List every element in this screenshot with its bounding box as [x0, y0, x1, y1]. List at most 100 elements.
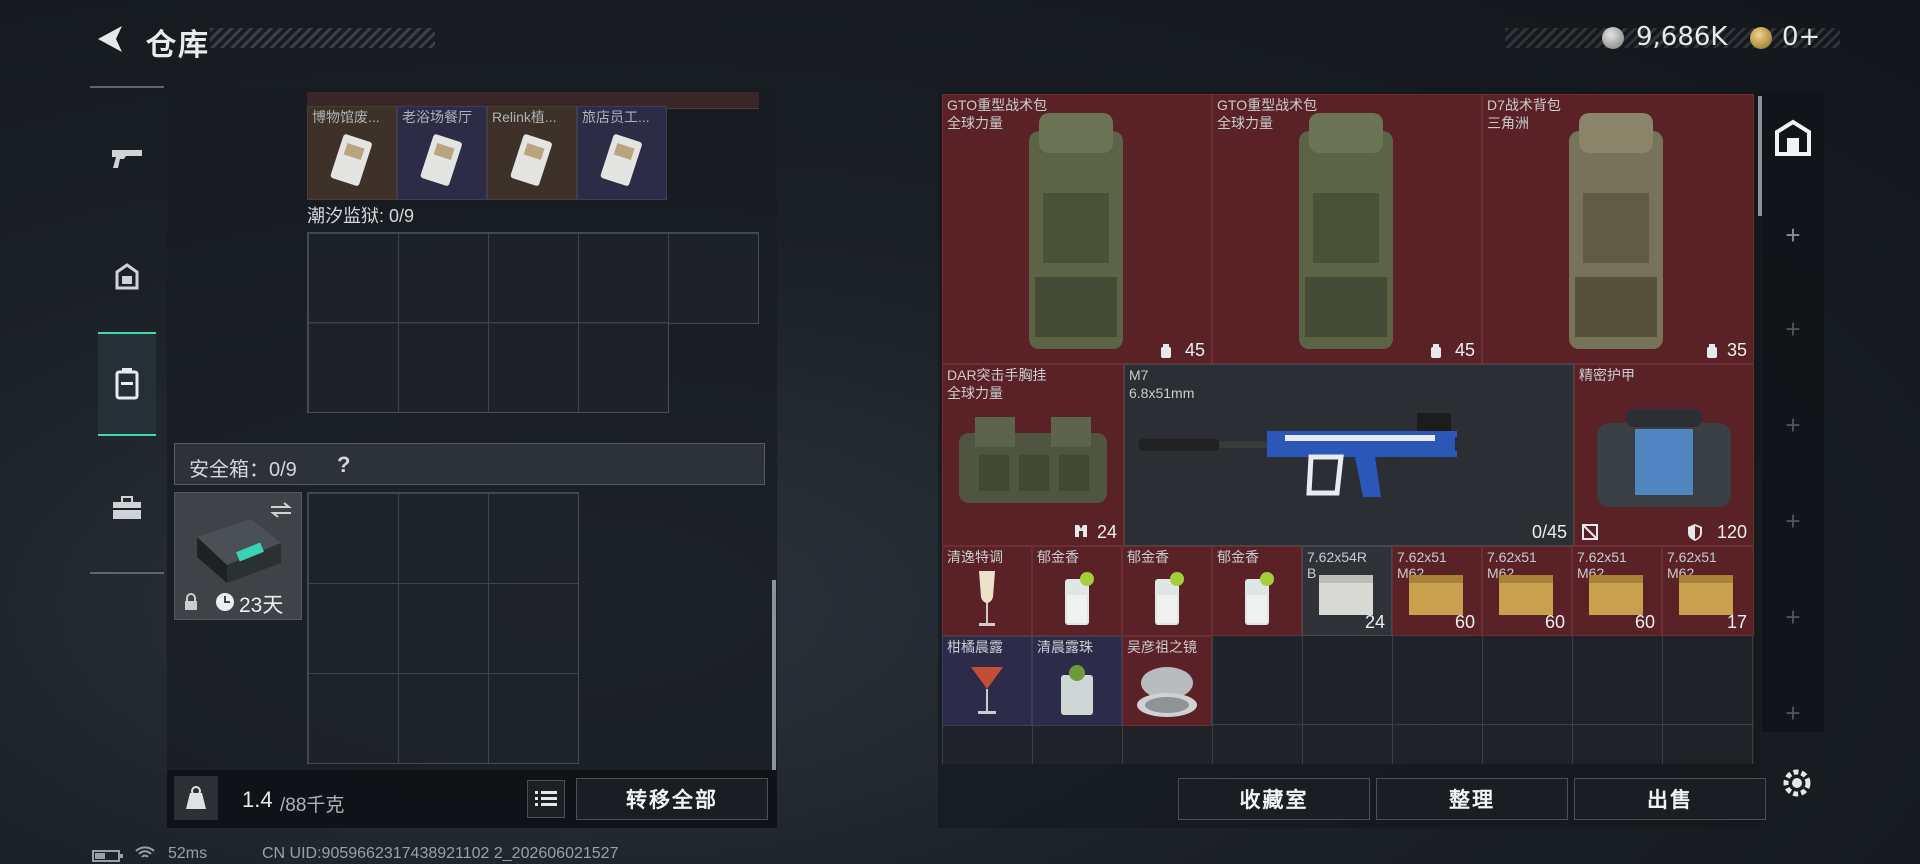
key-item[interactable]: 旅店员工...: [577, 106, 667, 200]
help-icon[interactable]: ?: [337, 452, 350, 478]
keycard-icon: [600, 134, 642, 186]
transfer-all-button[interactable]: 转移全部: [576, 778, 768, 820]
item-backpack[interactable]: GTO重型战术包 全球力量 45: [1212, 94, 1482, 364]
left-scrollbar[interactable]: [772, 580, 776, 770]
item-ammo[interactable]: 7.62x51 M62 60: [1392, 546, 1482, 636]
item-chest-rig[interactable]: DAR突击手胸挂 全球力量 24: [942, 364, 1124, 546]
capacity-icon: [1431, 344, 1441, 358]
item-name: Relink植...: [492, 109, 557, 125]
item-count: 60: [1454, 612, 1475, 632]
weight-icon: [186, 786, 206, 809]
item-name: 7.62x51: [1667, 549, 1717, 565]
item-name: 7.62x51: [1397, 549, 1447, 565]
item-name: D7战术背包: [1487, 97, 1561, 113]
item-count: 45: [1454, 340, 1475, 360]
ping: 52ms: [168, 845, 208, 862]
add-storage-tab[interactable]: +: [1762, 506, 1824, 537]
ammo-box-icon: [1319, 575, 1373, 615]
lock-icon: [185, 593, 197, 610]
page-title: 仓库: [146, 29, 210, 62]
settings-gear-icon[interactable]: [1780, 766, 1814, 800]
weight-max: /88千克: [280, 795, 345, 816]
safebox-grid[interactable]: [307, 492, 579, 764]
item-name: 7.62x54R: [1307, 549, 1367, 565]
cocktail-glass-icon: [1155, 572, 1184, 625]
item-rifle[interactable]: M7 6.8x51mm 0/45: [1124, 364, 1574, 546]
item-backpack[interactable]: GTO重型战术包 全球力量 45: [942, 94, 1212, 364]
warehouse-icon: [1775, 119, 1811, 156]
storage-tab-main[interactable]: [1762, 102, 1824, 172]
add-storage-tab[interactable]: +: [1762, 602, 1824, 633]
capacity-icon: [1161, 344, 1171, 358]
container-section-label: 潮汐监狱: 0/9: [307, 206, 415, 226]
safebox-icon: [197, 519, 281, 583]
item-name: M7: [1129, 367, 1149, 383]
battery-icon: [92, 850, 123, 862]
add-storage-tab[interactable]: +: [1762, 314, 1824, 345]
safebox-item[interactable]: 23天: [174, 492, 302, 620]
item-name: 旅店员工...: [582, 109, 650, 125]
collection-room-button[interactable]: 收藏室: [1178, 778, 1370, 820]
item-drink[interactable]: 郁金香: [1212, 546, 1302, 636]
item-sub: 全球力量: [1217, 115, 1273, 131]
item-ammo[interactable]: 7.62x54R B 24: [1302, 546, 1392, 636]
item-sub: 三角洲: [1487, 115, 1529, 131]
item-backpack[interactable]: D7战术背包 三角洲 35: [1482, 94, 1754, 364]
item-drink[interactable]: 清晨露珠: [1032, 636, 1122, 726]
item-ammo[interactable]: 7.62x51 M62 60: [1572, 546, 1662, 636]
add-storage-tab[interactable]: +: [1762, 410, 1824, 441]
rig-icon: [1075, 525, 1087, 537]
rifle-image: [1139, 413, 1545, 497]
ammo-box-icon: [1499, 575, 1553, 615]
nav-weapons[interactable]: [98, 108, 156, 208]
item-sub: 全球力量: [947, 385, 1003, 401]
chest-rig-image: [959, 417, 1107, 503]
premium-currency: 0+: [1782, 22, 1821, 52]
uid-text: CN UID:9059662317438921102 2_20260602152…: [262, 845, 619, 862]
key-item[interactable]: Relink植...: [487, 106, 577, 200]
item-name: 柑橘晨露: [947, 639, 1003, 655]
add-storage-tab[interactable]: +: [1762, 220, 1824, 251]
weight-current: 1.4: [242, 787, 273, 812]
item-count: 60: [1634, 612, 1655, 632]
item-armor[interactable]: 精密护甲 120: [1574, 364, 1754, 546]
item-drink[interactable]: 柑橘晨露: [942, 636, 1032, 726]
item-ammo[interactable]: 7.62x51 M62 17: [1662, 546, 1754, 636]
nav-backpack[interactable]: [98, 332, 156, 436]
organize-button[interactable]: 整理: [1376, 778, 1568, 820]
item-name: 博物馆废...: [312, 109, 380, 125]
item-drink[interactable]: 郁金香: [1122, 546, 1212, 636]
key-item[interactable]: 博物馆废...: [307, 106, 397, 200]
category-nav: [90, 86, 164, 574]
swap-icon[interactable]: [269, 501, 293, 519]
gold-coin-icon: [1750, 27, 1772, 49]
list-view-button[interactable]: [527, 780, 565, 818]
item-count: 17: [1726, 612, 1747, 632]
container-grid[interactable]: [307, 322, 669, 413]
toolbox-icon: [113, 496, 141, 519]
nav-armor[interactable]: [98, 228, 156, 328]
item-drink[interactable]: 郁金香: [1032, 546, 1122, 636]
nav-toolbox[interactable]: [98, 458, 156, 558]
item-count: 24: [1364, 612, 1385, 632]
container-grid[interactable]: [307, 232, 759, 324]
backpack-image: [1029, 113, 1123, 349]
add-storage-tab[interactable]: +: [1762, 698, 1824, 729]
sell-button[interactable]: 出售: [1574, 778, 1766, 820]
item-name: 清逸特调: [947, 549, 1003, 565]
item-count: 120: [1716, 522, 1747, 542]
safebox-label: 安全箱：0/9: [189, 459, 297, 481]
ammo-box-icon: [1409, 575, 1463, 615]
back-arrow-icon[interactable]: [92, 22, 126, 56]
item-name: 郁金香: [1217, 549, 1259, 565]
item-mirror[interactable]: 吴彦祖之镜: [1122, 636, 1212, 726]
safebox-header: 安全箱：0/9 ?: [174, 443, 765, 485]
key-item[interactable]: 老浴场餐厅: [397, 106, 487, 200]
helmet-icon: [115, 263, 139, 290]
item-name: 7.62x51: [1577, 549, 1627, 565]
item-drink[interactable]: 清逸特调: [942, 546, 1032, 636]
title-decoration: [210, 28, 435, 48]
item-name: 老浴场餐厅: [402, 109, 472, 125]
keycard-icon: [420, 134, 462, 186]
item-ammo[interactable]: 7.62x51 M62 60: [1482, 546, 1572, 636]
